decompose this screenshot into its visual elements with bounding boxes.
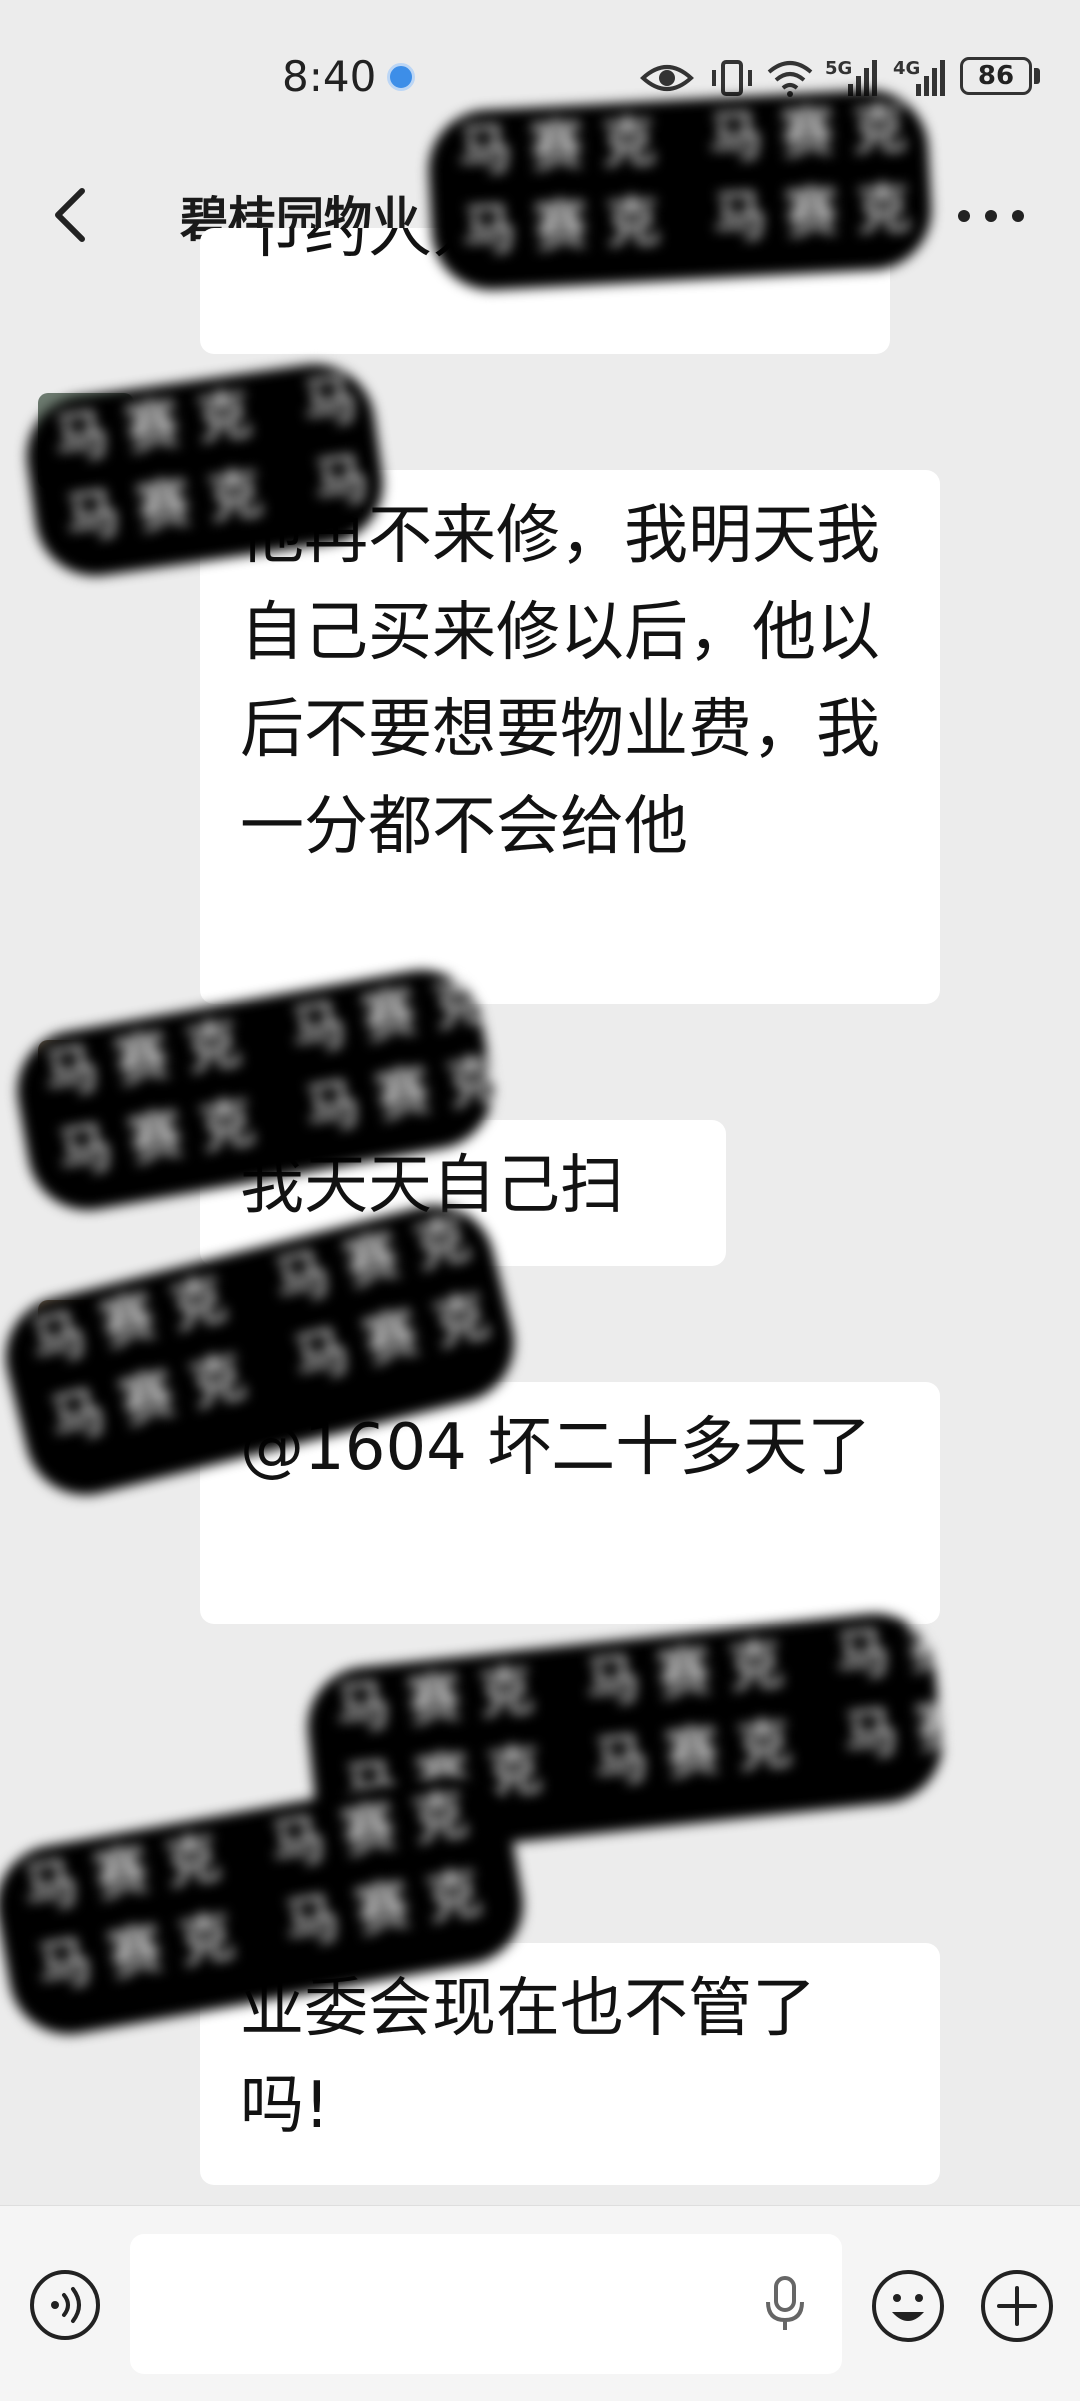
more-options-icon[interactable]: [956, 208, 1026, 224]
vibrate-icon: [712, 60, 752, 96]
eye-icon: [640, 65, 694, 91]
message-input[interactable]: [130, 2234, 842, 2374]
emoji-icon[interactable]: [870, 2268, 946, 2344]
battery-tip: [1034, 68, 1040, 84]
message-bubble[interactable]: 他再不来修，我明天我自己买来修以后，他以后不要想要物业费，我一分都不会给他: [200, 470, 940, 1004]
message-input-bar: [0, 2205, 1080, 2401]
microphone-icon[interactable]: [762, 2274, 808, 2334]
location-icon: [387, 63, 415, 91]
message-text: 业委会现在也不管了吗!: [240, 1972, 816, 2143]
back-arrow-icon[interactable]: [50, 185, 90, 245]
signal-icon-2: [916, 60, 945, 96]
message-text: 他再不来修，我明天我自己买来修以后，他以后不要想要物业费，我一分都不会给他: [240, 499, 880, 864]
battery-indicator: 86: [960, 57, 1032, 95]
status-time: 8:40: [282, 52, 377, 101]
voice-mode-icon[interactable]: [28, 2268, 102, 2342]
redaction-mosaic: 马赛克 马赛克 马赛克 马赛克 马赛克 马赛克: [425, 87, 935, 293]
wifi-icon: [767, 61, 813, 97]
plus-icon[interactable]: [979, 2268, 1055, 2344]
